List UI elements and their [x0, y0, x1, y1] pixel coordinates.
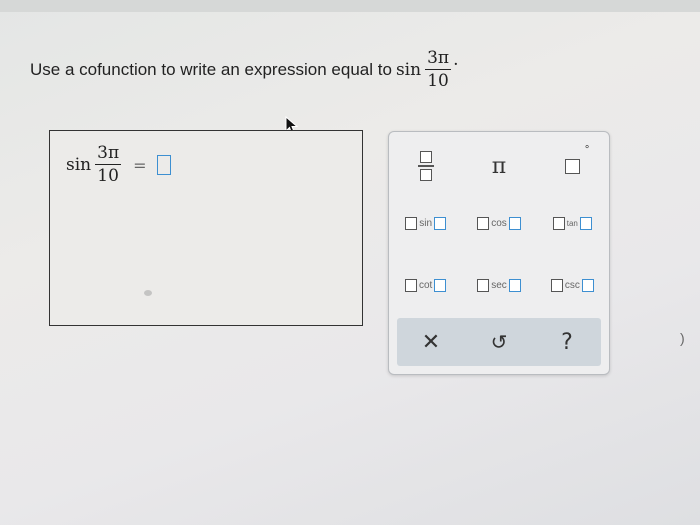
tan-left-box-icon	[552, 216, 565, 230]
tan-button[interactable]: tan	[547, 210, 597, 236]
tan-label: tan	[566, 218, 578, 228]
csc-label: csc	[564, 279, 580, 291]
cos-label: cos	[491, 217, 507, 229]
sin-arg-box-icon	[434, 216, 447, 230]
cos-button[interactable]: cos	[474, 210, 524, 236]
cos-arg-box-icon	[508, 216, 521, 230]
answer-function: sin	[66, 155, 92, 175]
palette-row-2: sin cos tan	[389, 210, 609, 236]
cot-label: cot	[418, 279, 433, 291]
palette-action-bar: ✕ ↺ ?	[397, 318, 601, 366]
top-bar	[0, 0, 700, 12]
csc-arg-box-icon	[581, 278, 594, 292]
answer-fraction: 3π 10	[95, 143, 122, 186]
palette-row-3: cot sec csc	[389, 272, 609, 298]
fraction-button[interactable]	[401, 148, 451, 184]
palette-row-1: π °	[389, 144, 609, 184]
degree-box-icon	[564, 158, 580, 174]
answer-denominator: 10	[97, 166, 119, 186]
csc-left-box-icon	[550, 278, 563, 292]
degree-button[interactable]: °	[547, 144, 597, 184]
clear-button[interactable]: ✕	[411, 318, 451, 366]
answer-input-area[interactable]: sin 3π 10 =	[49, 130, 363, 326]
sec-left-box-icon	[477, 278, 490, 292]
side-edge-mark: )	[680, 330, 685, 346]
csc-button[interactable]: csc	[547, 272, 597, 298]
equals-sign: =	[133, 155, 147, 175]
cos-left-box-icon	[477, 216, 490, 230]
help-icon: ?	[561, 329, 573, 355]
question-prompt: Use a cofunction to write an expression …	[30, 50, 458, 90]
answer-equation: sin 3π 10 =	[66, 145, 171, 185]
question-fraction: 3π 10	[425, 48, 452, 91]
question-function: sin	[395, 60, 422, 80]
degree-symbol: °	[584, 144, 590, 156]
answer-numerator: 3π	[95, 143, 122, 165]
sin-left-box-icon	[405, 216, 418, 230]
screen-smudge	[144, 290, 152, 296]
close-icon: ✕	[421, 329, 441, 355]
question-denominator: 10	[427, 71, 449, 91]
math-palette: π ° sin cos tan cot sec csc ✕ ↺ ?	[388, 131, 610, 375]
question-text: Use a cofunction to write an expression …	[30, 60, 392, 79]
tan-arg-box-icon	[579, 216, 592, 230]
undo-button[interactable]: ↺	[479, 318, 519, 366]
undo-icon: ↺	[490, 330, 508, 354]
fraction-icon	[417, 151, 434, 181]
cot-button[interactable]: cot	[401, 272, 451, 298]
sec-button[interactable]: sec	[474, 272, 524, 298]
sin-button[interactable]: sin	[401, 210, 451, 236]
sec-arg-box-icon	[508, 278, 521, 292]
fraction-denominator-box	[419, 168, 432, 181]
answer-placeholder-box[interactable]	[156, 155, 171, 175]
cot-left-box-icon	[404, 278, 417, 292]
pi-button[interactable]: π	[474, 148, 524, 184]
help-button[interactable]: ?	[547, 318, 587, 366]
question-period: .	[453, 50, 459, 70]
pi-symbol: π	[491, 153, 507, 179]
sin-label: sin	[419, 217, 433, 229]
cot-arg-box-icon	[434, 278, 447, 292]
fraction-numerator-box	[419, 151, 432, 164]
question-numerator: 3π	[425, 48, 452, 70]
fraction-bar	[417, 165, 434, 167]
sec-label: sec	[491, 279, 507, 291]
